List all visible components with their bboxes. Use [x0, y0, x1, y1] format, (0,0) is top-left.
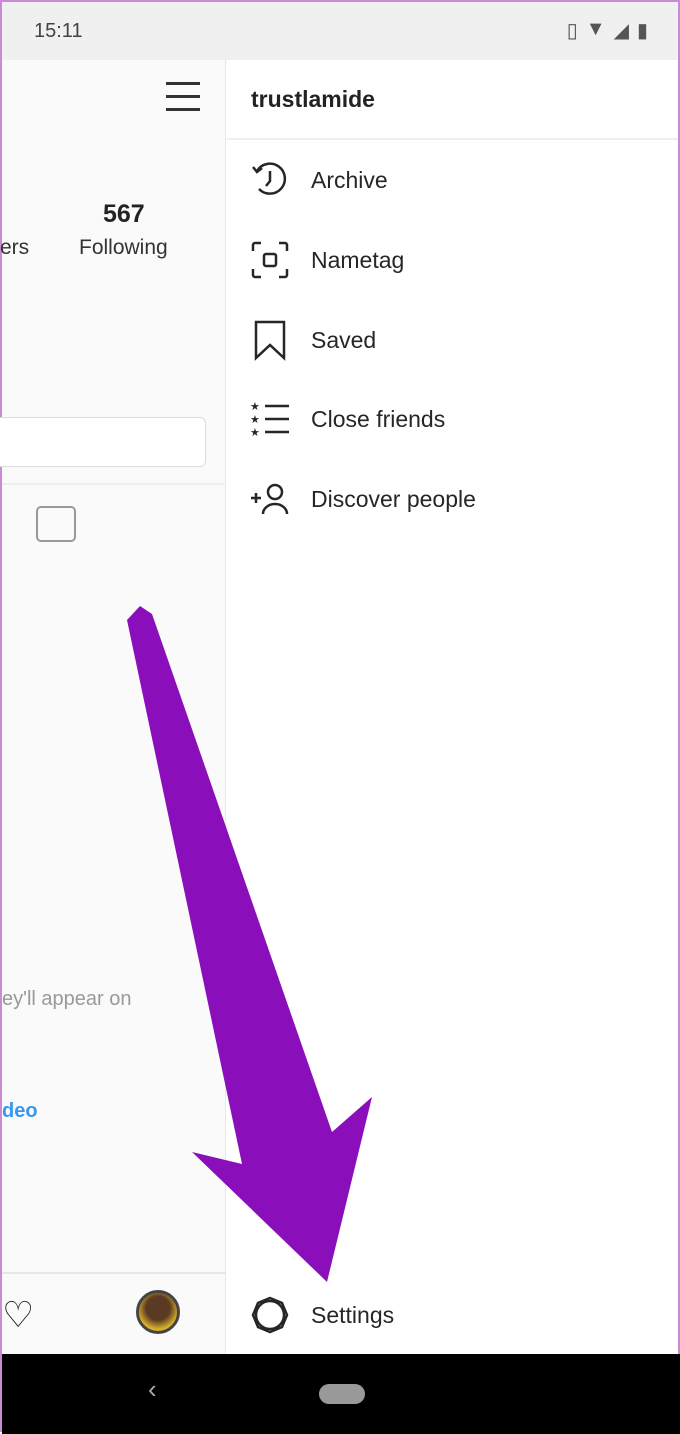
vibrate-icon: ▯ — [566, 20, 578, 42]
divider — [2, 1272, 226, 1274]
status-bar: 15:11 ▯ ▼ ◢ ▮ — [2, 2, 678, 60]
signal-icon: ◢ — [613, 20, 629, 42]
wifi-icon: ▼ — [585, 18, 606, 40]
svg-text:★: ★ — [250, 401, 260, 413]
add-person-icon — [251, 483, 289, 515]
bookmark-icon — [254, 320, 286, 361]
empty-state-text: ey'll appear on — [2, 988, 132, 1010]
following-label[interactable]: Following — [79, 236, 168, 260]
archive-icon — [252, 162, 287, 195]
following-count[interactable]: 567 — [103, 200, 145, 229]
menu-item-nametag[interactable]: Nametag — [249, 238, 404, 282]
menu-item-archive[interactable]: Archive — [249, 158, 388, 202]
drawer-username: trustlamide — [251, 86, 375, 112]
followers-label[interactable]: ers — [0, 236, 29, 260]
avatar[interactable] — [136, 1290, 180, 1334]
nametag-icon — [251, 241, 289, 279]
close-friends-icon: ★★★ — [250, 401, 289, 439]
heart-icon[interactable]: ♡ — [2, 1294, 34, 1336]
svg-text:★: ★ — [250, 414, 260, 426]
divider — [227, 138, 678, 140]
edit-profile-button[interactable] — [0, 417, 206, 467]
home-button[interactable] — [319, 1384, 365, 1404]
menu-item-discover-people[interactable]: Discover people — [249, 477, 476, 521]
menu-item-close-friends[interactable]: ★ ★ ★ Close friends — [249, 397, 445, 441]
settings-icon — [251, 1296, 289, 1334]
status-time: 15:11 — [34, 20, 83, 42]
menu-item-settings[interactable]: Settings — [249, 1293, 394, 1337]
battery-icon: ▮ — [636, 20, 648, 42]
divider — [2, 483, 226, 485]
menu-icon[interactable] — [166, 82, 200, 112]
menu-item-saved[interactable]: Saved — [249, 318, 376, 362]
profile-panel: 567 ers Following ey'll appear on deo ♡ — [0, 60, 226, 1354]
tagged-photos-icon[interactable] — [36, 506, 76, 542]
system-nav-bar: ‹ — [2, 1354, 680, 1434]
side-drawer: trustlamide Archive Nametag Saved ★ ★ ★ Cl… — [227, 60, 678, 1354]
back-icon[interactable]: ‹ — [148, 1374, 157, 1405]
svg-text:★: ★ — [250, 427, 260, 439]
share-video-link[interactable]: deo — [2, 1100, 38, 1123]
